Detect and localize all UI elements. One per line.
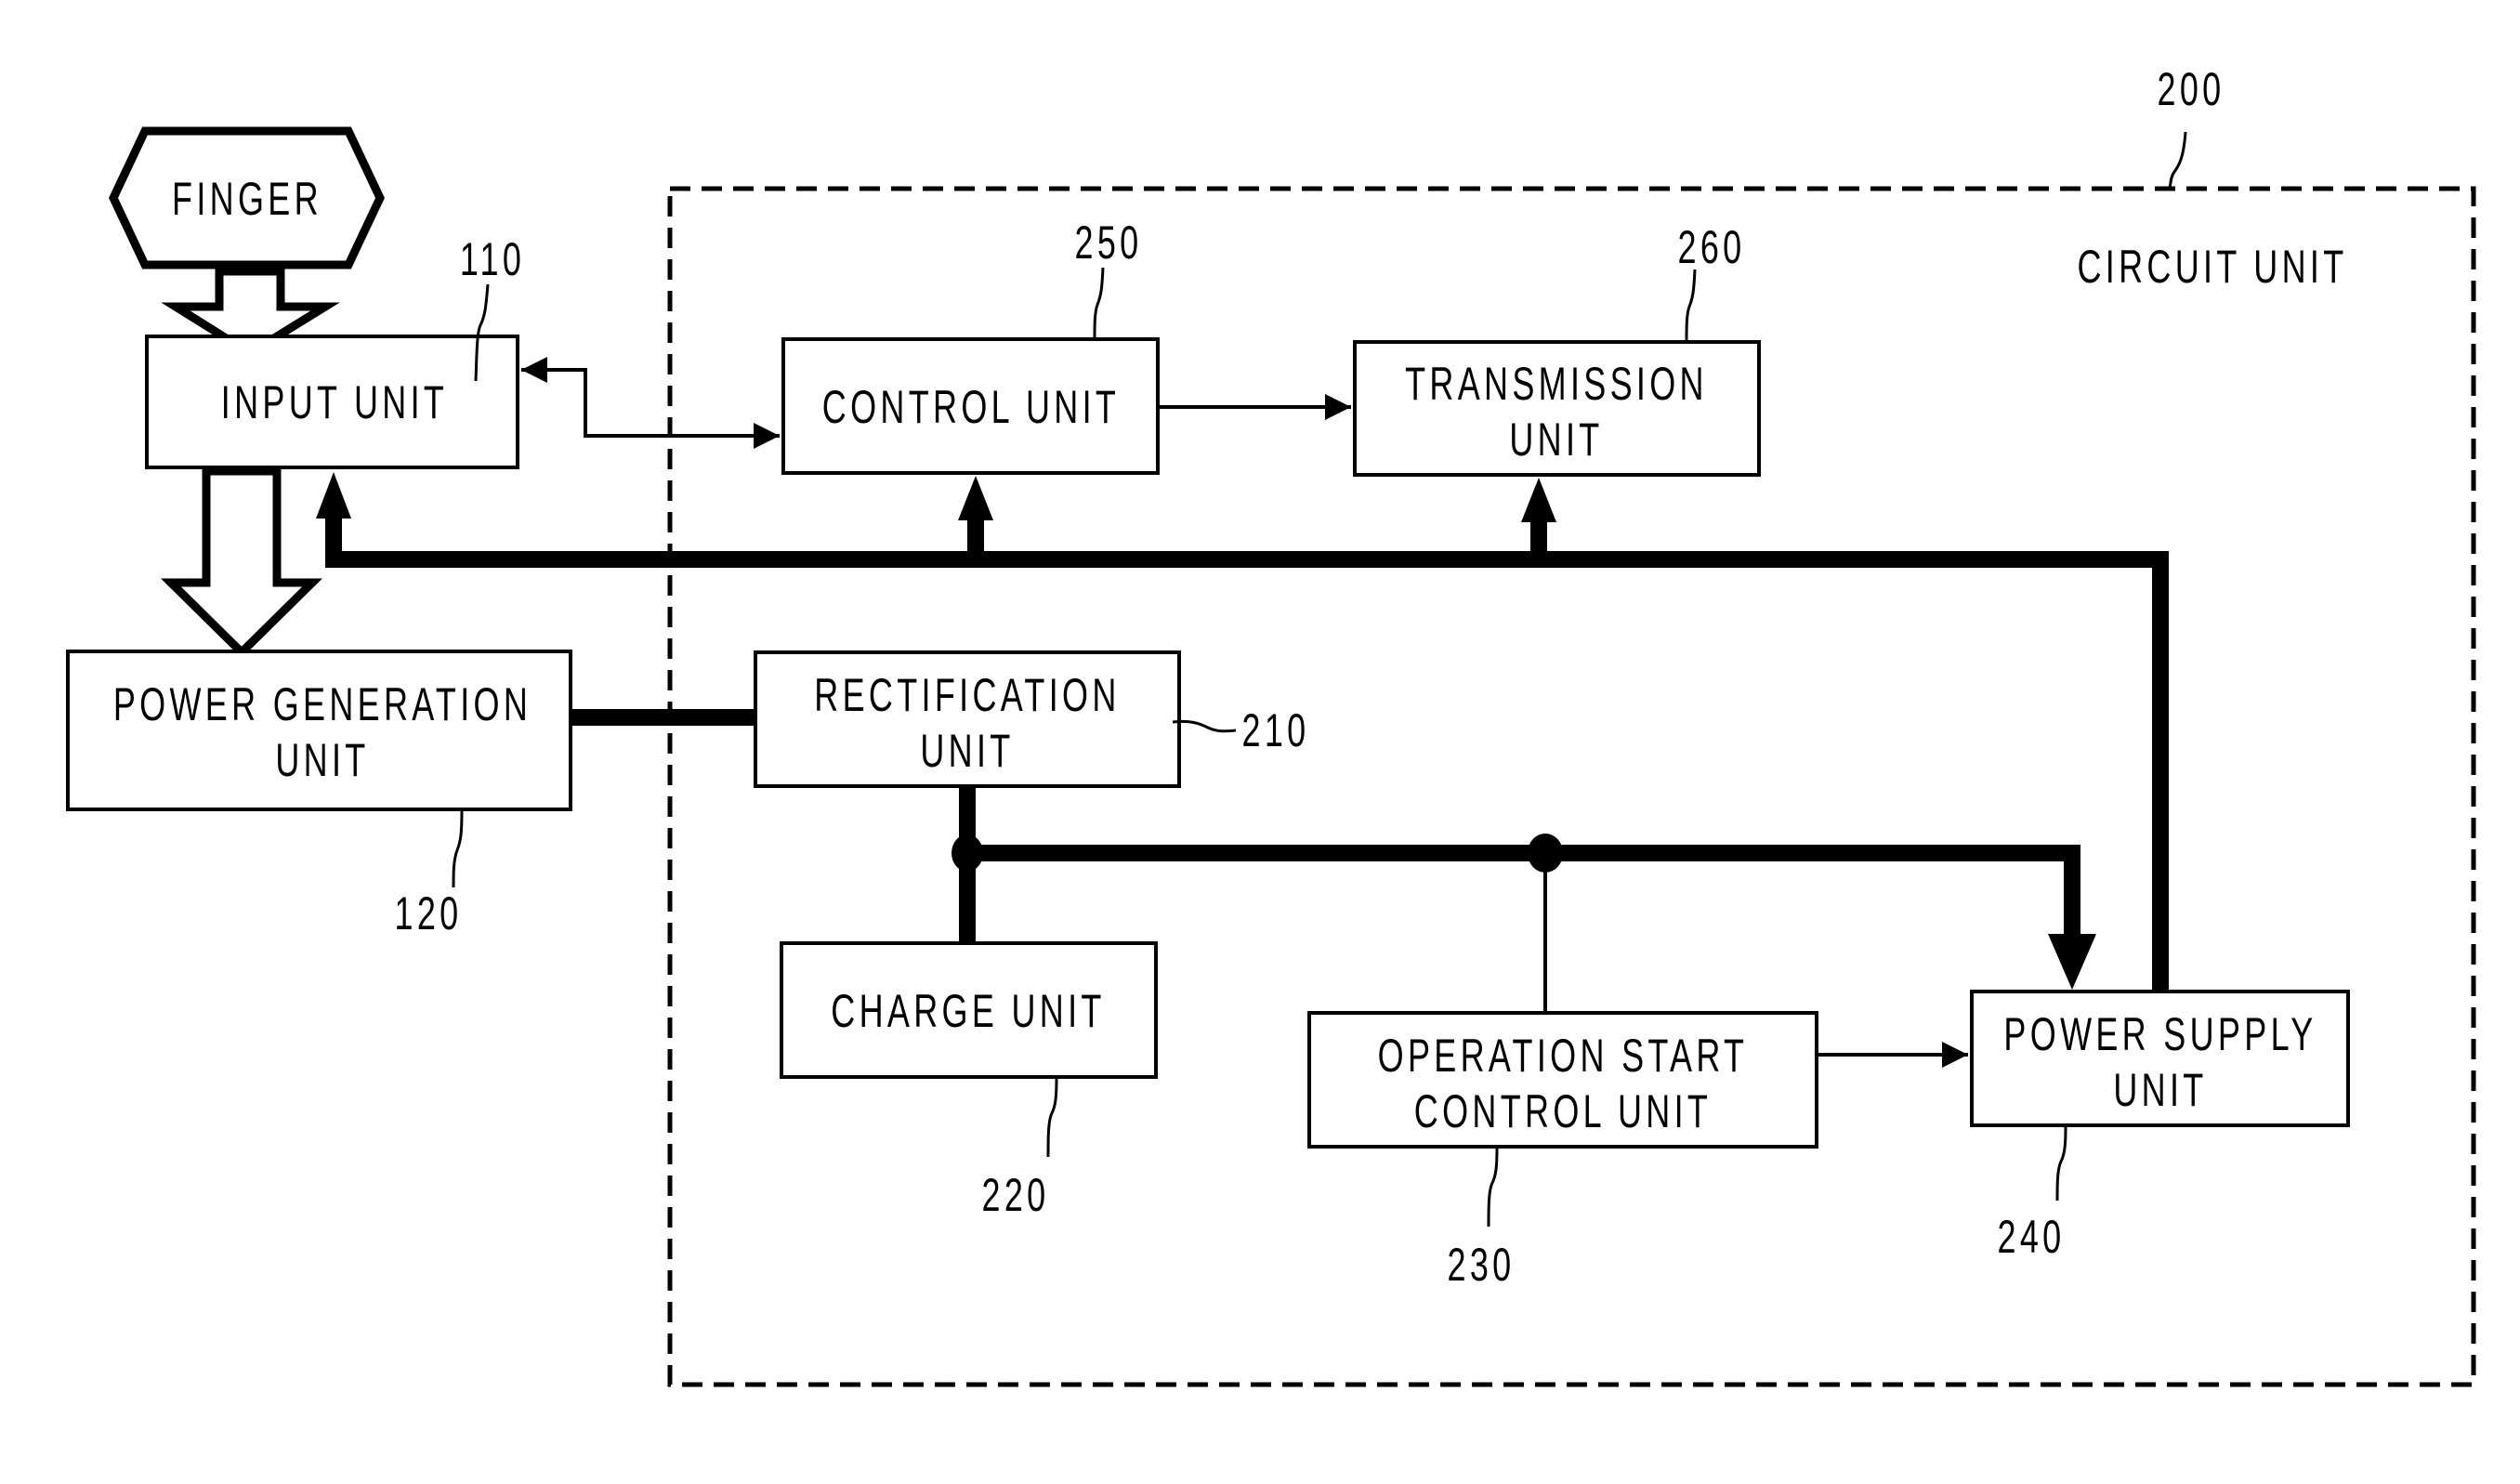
- ref-leader-120: [452, 810, 464, 888]
- transmission-unit-label-line1: TRANSMISSION: [1405, 359, 1708, 410]
- power-supply-unit-label-line2: UNIT: [2113, 1065, 2207, 1116]
- circuit-unit-label: CIRCUIT UNIT: [2077, 242, 2347, 293]
- ref-label-260: 260: [1677, 222, 1745, 273]
- power-generation-unit-block: POWER GENERATION UNIT 120: [66, 650, 572, 939]
- ref-label-200: 200: [2157, 64, 2225, 115]
- junction-dot-1: [952, 834, 983, 872]
- power-supply-unit-block: POWER SUPPLY UNIT 240: [1970, 990, 2350, 1263]
- rectification-unit-label-line1: RECTIFICATION: [814, 670, 1120, 721]
- ref-label-220: 220: [981, 1170, 1049, 1221]
- ref-label-210: 210: [1241, 705, 1309, 756]
- input-control-bidirectional-arrow: [521, 357, 780, 449]
- power-bus: [316, 472, 2169, 992]
- operation-start-control-unit-block: OPERATION START CONTROL UNIT 230: [1307, 1011, 1818, 1291]
- input-unit-label: INPUT UNIT: [221, 377, 448, 428]
- charge-unit-block: CHARGE UNIT 220: [780, 941, 1158, 1221]
- ref-label-250: 250: [1074, 217, 1142, 269]
- block-diagram: 200 CIRCUIT UNIT FINGER INPUT UNIT 110 P…: [66, 64, 2476, 1387]
- rectification-unit-block: RECTIFICATION UNIT 210: [754, 650, 1309, 788]
- ref-leader-240: [2055, 1126, 2067, 1202]
- power-supply-unit-label-line1: POWER SUPPLY: [2003, 1009, 2317, 1060]
- ref-label-120: 120: [394, 888, 462, 939]
- finger-block: FINGER: [109, 126, 385, 269]
- operation-start-control-unit-label-line1: OPERATION START: [1378, 1031, 1749, 1082]
- rectification-to-power-supply-line: [967, 845, 2080, 943]
- ref-label-230: 230: [1447, 1240, 1515, 1291]
- ref-leader-230: [1487, 1148, 1499, 1228]
- rectification-unit-label-line2: UNIT: [920, 726, 1014, 777]
- control-unit-label: CONTROL UNIT: [822, 382, 1120, 433]
- ref-leader-200: [2168, 131, 2187, 190]
- transmission-unit-block: TRANSMISSION UNIT 260: [1353, 222, 1761, 477]
- power-generation-unit-label-line1: POWER GENERATION: [113, 679, 532, 730]
- ref-leader-260: [1685, 269, 1697, 343]
- ref-leader-210: [1172, 719, 1237, 733]
- ref-label-110: 110: [460, 234, 525, 285]
- power-generation-unit-label-line2: UNIT: [275, 735, 369, 786]
- bus-to-input-arrowhead-icon: [316, 472, 351, 519]
- ref-leader-250: [1093, 267, 1105, 340]
- ref-label-240: 240: [1997, 1212, 2065, 1263]
- charge-unit-label: CHARGE UNIT: [831, 986, 1105, 1037]
- control-unit-block: CONTROL UNIT 250: [781, 217, 1160, 475]
- bus-to-control-arrowhead-icon: [958, 476, 993, 520]
- finger-label: FINGER: [172, 174, 322, 225]
- bus-to-transmission-arrowhead-icon: [1521, 478, 1556, 522]
- ref-leader-220: [1046, 1078, 1058, 1158]
- to-power-supply-arrowhead-icon: [2048, 934, 2096, 990]
- input-unit-block: INPUT UNIT 110: [145, 234, 525, 469]
- transmission-unit-label-line2: UNIT: [1509, 414, 1603, 466]
- operation-start-control-unit-label-line2: CONTROL UNIT: [1414, 1086, 1712, 1137]
- input-to-power-generation-hollow-arrow-icon: [161, 466, 322, 659]
